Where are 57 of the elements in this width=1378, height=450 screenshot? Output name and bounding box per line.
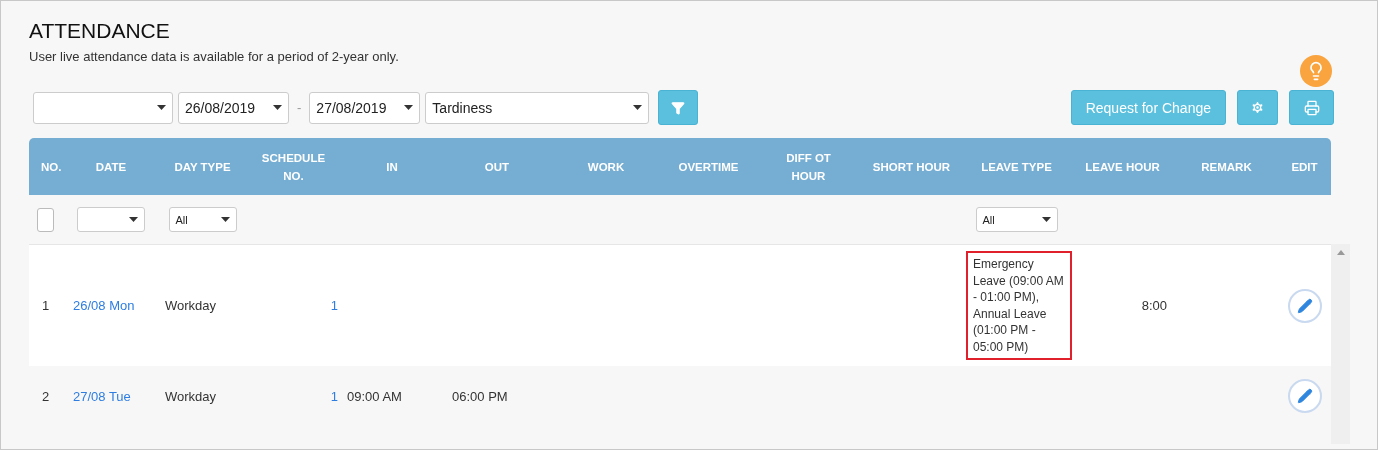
type-dropdown[interactable]: Tardiness — [425, 91, 650, 124]
filter-button[interactable] — [658, 90, 699, 125]
date-link[interactable]: 27/08 Tue — [62, 388, 160, 404]
time-in: 09:00 AM — [346, 388, 403, 404]
column-header: REMARK — [1200, 159, 1253, 175]
caret-icon — [273, 105, 282, 110]
settings-icon — [1250, 100, 1265, 115]
edit-button[interactable] — [1287, 379, 1322, 413]
column-header: DIFF OT HOUR — [785, 150, 832, 184]
date-link[interactable]: 26/08 Mon — [62, 298, 160, 313]
printer-icon — [1303, 99, 1320, 116]
column-header: IN — [385, 159, 399, 175]
day-type: Workday — [164, 298, 218, 313]
time-out: 06:00 PM — [451, 388, 509, 404]
column-header: WORK — [586, 159, 626, 175]
row-number: 2 — [40, 388, 51, 404]
caret-icon — [220, 217, 230, 222]
filter-icon — [671, 100, 686, 115]
column-header: DAY TYPE — [173, 159, 232, 175]
schedule-link[interactable]: 1 — [245, 388, 342, 404]
notice-text: User live attendance data is available for a period of 2-year only. — [29, 49, 400, 64]
caret-icon — [129, 217, 138, 222]
scroll-up-icon[interactable] — [1336, 250, 1345, 255]
scrollbar[interactable] — [1331, 244, 1350, 444]
column-header: NO. — [40, 159, 62, 175]
column-header: DATE — [94, 159, 128, 175]
leave-type: Emergency Leave (09:00 AM - 01:00 PM), Annual Leave (01:00 PM - 05:00 PM) — [966, 251, 1072, 360]
date-field[interactable]: 26/08/2019 — [178, 91, 289, 124]
column-header: LEAVE HOUR — [1084, 159, 1161, 175]
pencil-icon — [1296, 297, 1313, 314]
column-header: LEAVE TYPE — [980, 159, 1053, 175]
day-type: Workday — [164, 388, 218, 404]
print-button[interactable] — [1289, 90, 1334, 125]
caret-icon — [633, 105, 643, 110]
row-number: 1 — [40, 298, 51, 313]
leave-hour: 8:00 — [1140, 298, 1168, 313]
range-dash: - — [297, 100, 302, 115]
caret-icon — [404, 105, 414, 110]
column-header: OUT — [483, 159, 511, 175]
select-all-checkbox[interactable] — [37, 207, 54, 232]
lightbulb-icon[interactable] — [1300, 55, 1332, 87]
schedule-link[interactable]: 1 — [245, 298, 342, 313]
filter-select[interactable] — [77, 207, 145, 232]
column-header: EDIT — [1290, 159, 1319, 175]
column-header: SHORT HOUR — [871, 159, 952, 175]
caret-icon — [157, 105, 166, 110]
settings-button[interactable] — [1237, 90, 1278, 125]
caret-icon — [1041, 217, 1051, 222]
pencil-icon — [1296, 388, 1313, 404]
column-header: SCHEDULE NO. — [260, 150, 327, 184]
page-title: ATTENDANCE — [29, 19, 171, 43]
dropdown-field[interactable] — [33, 91, 173, 124]
filter-select[interactable]: All — [168, 207, 237, 232]
edit-button[interactable] — [1287, 288, 1322, 323]
filter-select[interactable]: All — [975, 207, 1058, 232]
column-header: OVERTIME — [677, 159, 740, 175]
date-field[interactable]: 27/08/2019 — [309, 91, 421, 124]
